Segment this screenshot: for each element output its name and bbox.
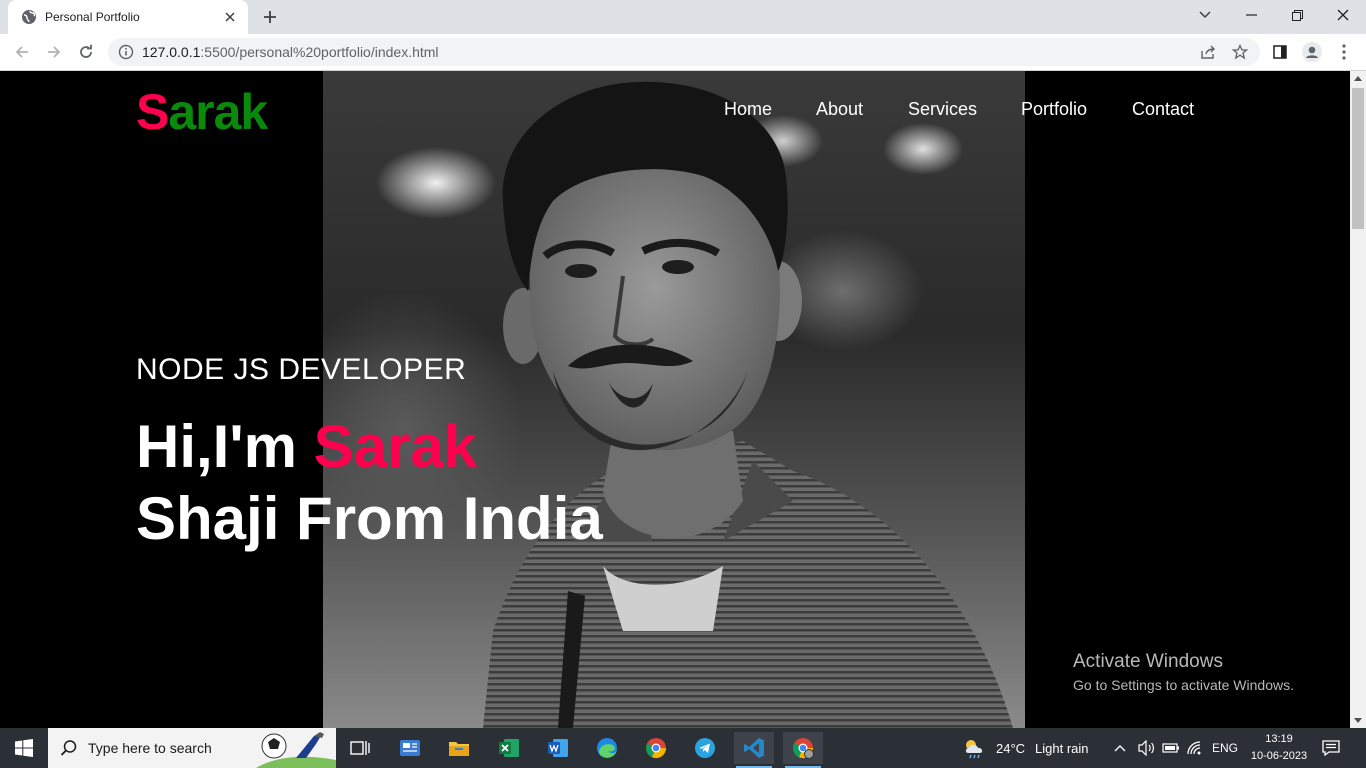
show-hidden-icons-button[interactable]: [1114, 728, 1126, 768]
profile-avatar-icon[interactable]: [1300, 40, 1324, 64]
close-window-button[interactable]: [1320, 0, 1366, 30]
search-placeholder: Type here to search: [88, 740, 212, 756]
hero-headline: Hi,I'm Sarak Shaji From India: [136, 411, 603, 555]
address-bar[interactable]: 127.0.0.1:5500/personal%20portfolio/inde…: [108, 38, 1260, 66]
battery-icon[interactable]: [1162, 728, 1180, 768]
headline-greeting: Hi,I'm: [136, 413, 314, 480]
clock-date: 10-06-2023: [1250, 750, 1308, 762]
chrome-active-icon[interactable]: [783, 732, 823, 768]
url-text: 127.0.0.1:5500/personal%20portfolio/inde…: [142, 44, 439, 60]
task-view-icon[interactable]: [340, 732, 380, 764]
hero-role: NODE JS DEVELOPER: [136, 353, 467, 386]
weather-widget[interactable]: 24°C Light rain: [962, 728, 1089, 768]
start-button[interactable]: [0, 728, 48, 768]
telegram-icon[interactable]: [685, 732, 725, 764]
logo-initial: S: [136, 84, 169, 140]
nav-contact[interactable]: Contact: [1132, 99, 1194, 120]
browser-tab-strip: Personal Portfolio: [0, 0, 1366, 34]
chrome-icon[interactable]: [636, 732, 676, 764]
word-icon[interactable]: [538, 732, 578, 764]
watermark-title: Activate Windows: [1073, 651, 1223, 672]
reload-button[interactable]: [72, 38, 100, 66]
back-button[interactable]: [8, 38, 36, 66]
nav-services[interactable]: Services: [908, 99, 977, 120]
minimize-button[interactable]: [1228, 0, 1274, 30]
search-highlight-soccer-icon[interactable]: [256, 728, 336, 768]
scroll-up-icon[interactable]: [1354, 75, 1362, 81]
activate-windows-watermark: Activate Windows Go to Settings to activ…: [1073, 651, 1294, 693]
weather-temp: 24°C: [996, 740, 1026, 756]
bookmark-star-icon[interactable]: [1228, 40, 1252, 64]
person-silhouette: [483, 81, 1013, 728]
notification-center-icon[interactable]: [1322, 728, 1340, 768]
restore-button[interactable]: [1274, 0, 1320, 30]
side-panel-icon[interactable]: [1268, 40, 1292, 64]
portfolio-page: Sarak Home About Services Portfolio Cont…: [0, 71, 1350, 728]
taskbar-search-box[interactable]: Type here to search: [48, 728, 336, 768]
volume-icon[interactable]: [1138, 728, 1156, 768]
edge-icon[interactable]: [587, 732, 627, 764]
browser-toolbar: 127.0.0.1:5500/personal%20portfolio/inde…: [0, 34, 1366, 71]
menu-kebab-icon[interactable]: [1332, 40, 1356, 64]
file-explorer-icon[interactable]: [439, 732, 479, 764]
clock-time: 13:19: [1265, 733, 1293, 745]
watermark-subtitle: Go to Settings to activate Windows.: [1073, 677, 1294, 693]
info-icon[interactable]: [118, 44, 134, 60]
headline-line-2: Shaji From India: [136, 485, 603, 552]
page-scrollbar[interactable]: [1350, 71, 1366, 728]
tab-search-icon[interactable]: [1182, 0, 1228, 30]
site-logo[interactable]: Sarak: [136, 83, 268, 141]
forward-button[interactable]: [40, 38, 68, 66]
globe-icon: [22, 10, 36, 24]
taskbar-clock[interactable]: 13:19 10-06-2023: [1244, 731, 1314, 765]
nav-home[interactable]: Home: [724, 99, 772, 120]
search-icon: [60, 740, 77, 756]
headline-name: Sarak: [313, 413, 478, 480]
nav-portfolio[interactable]: Portfolio: [1021, 99, 1087, 120]
vscode-icon[interactable]: [734, 732, 774, 768]
wifi-icon[interactable]: [1186, 728, 1204, 768]
profile-photo: [323, 71, 1025, 728]
language-indicator[interactable]: ENG: [1212, 728, 1238, 768]
browser-tab[interactable]: Personal Portfolio: [8, 0, 248, 34]
news-widget-icon[interactable]: [390, 732, 430, 764]
logo-rest: arak: [168, 84, 268, 140]
tab-title: Personal Portfolio: [45, 10, 140, 24]
scroll-down-icon[interactable]: [1354, 718, 1362, 724]
share-icon[interactable]: [1196, 40, 1220, 64]
weather-text: Light rain: [1035, 740, 1089, 756]
windows-logo-icon: [15, 739, 33, 757]
nav-about[interactable]: About: [816, 99, 863, 120]
new-tab-button[interactable]: [259, 7, 281, 27]
scrollbar-thumb[interactable]: [1352, 88, 1364, 229]
rain-cloud-icon: [965, 740, 983, 759]
tab-close-icon[interactable]: [222, 9, 238, 25]
windows-taskbar: Type here to search 24°C Light rain ENG …: [0, 728, 1366, 768]
excel-icon[interactable]: [489, 732, 529, 764]
